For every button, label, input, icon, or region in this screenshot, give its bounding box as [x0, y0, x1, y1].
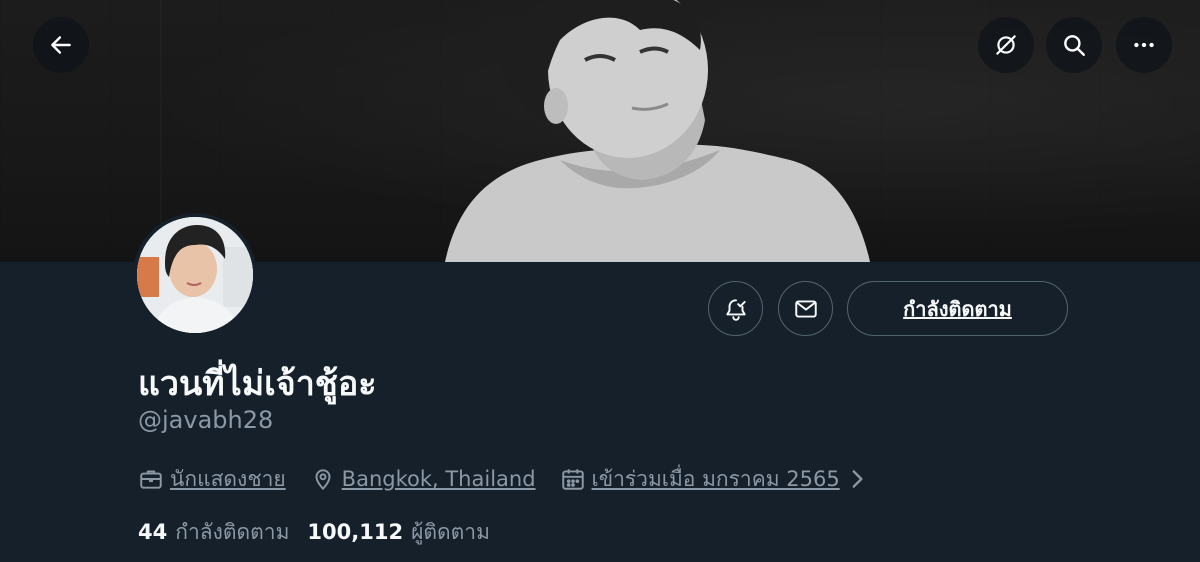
- chevron-right-icon: [852, 470, 863, 488]
- joined-text[interactable]: เข้าร่วมเมื่อ มกราคม 2565: [592, 463, 840, 496]
- envelope-icon: [794, 299, 817, 318]
- bell-check-icon: [725, 298, 746, 321]
- following-button[interactable]: กำลังติดตาม: [847, 281, 1068, 336]
- followers-count: 100,112: [307, 520, 404, 544]
- profile-meta: นักแสดงชาย Bangkok, Thailand เข้าร่วมเมื…: [138, 462, 900, 496]
- notify-button[interactable]: [708, 281, 763, 336]
- display-name: แวนที่ไม่เจ้าชู้อะ: [138, 364, 377, 404]
- avatar[interactable]: [133, 213, 257, 337]
- following-label: กำลังติดตาม: [175, 520, 290, 544]
- followers-label: ผู้ติดตาม: [411, 520, 490, 544]
- profession-item[interactable]: นักแสดงชาย: [138, 463, 286, 496]
- user-handle: @javabh28: [138, 406, 274, 434]
- following-count: 44: [138, 520, 168, 544]
- message-button[interactable]: [778, 281, 833, 336]
- search-icon: [1064, 35, 1085, 56]
- following-stat[interactable]: 44 กำลังติดตาม: [138, 516, 289, 549]
- more-button[interactable]: [1116, 17, 1172, 73]
- back-button[interactable]: [33, 17, 89, 73]
- location-pin-icon: [315, 469, 331, 490]
- calendar-icon: [561, 469, 584, 490]
- profession-text[interactable]: นักแสดงชาย: [170, 463, 286, 496]
- location-item[interactable]: Bangkok, Thailand: [310, 466, 536, 492]
- follow-stats: 44 กำลังติดตาม 100,112 ผู้ติดตาม: [138, 516, 508, 549]
- briefcase-icon: [140, 470, 162, 489]
- location-text[interactable]: Bangkok, Thailand: [342, 467, 536, 491]
- search-button[interactable]: [1046, 17, 1102, 73]
- no-sync-icon: [996, 35, 1016, 55]
- followers-stat[interactable]: 100,112 ผู้ติดตาม: [307, 516, 490, 549]
- profile-page: กำลังติดตาม แวนที่ไม่เจ้าชู้อะ @javabh28…: [0, 0, 1200, 562]
- arrow-left-icon: [51, 36, 71, 54]
- translate-button[interactable]: [978, 17, 1034, 73]
- joined-item[interactable]: เข้าร่วมเมื่อ มกราคม 2565: [560, 463, 876, 496]
- more-horizontal-icon: [1134, 42, 1154, 48]
- avatar-photo: [137, 217, 253, 333]
